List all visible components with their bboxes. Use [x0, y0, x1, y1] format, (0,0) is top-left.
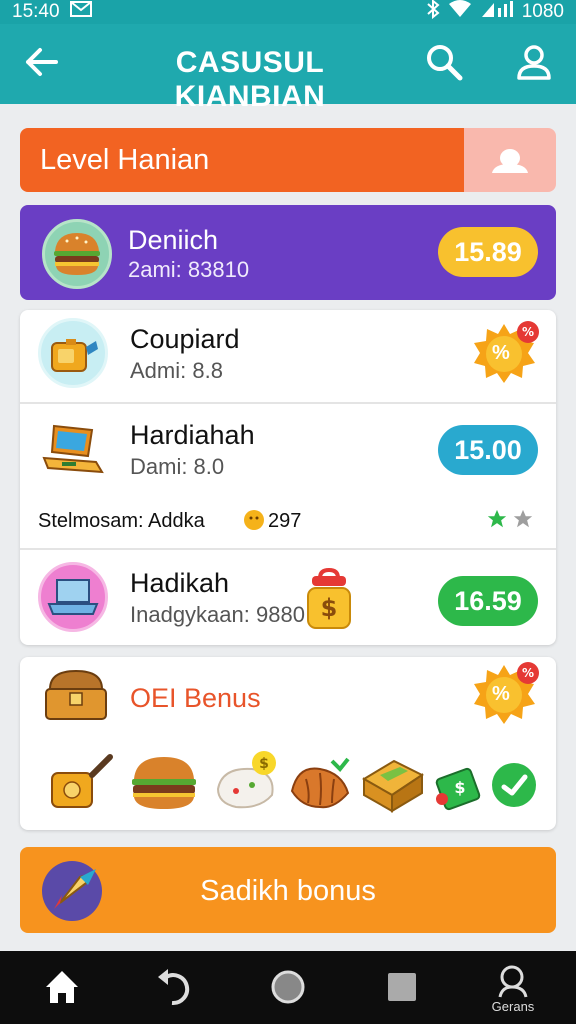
home-circle-icon[interactable] — [266, 965, 310, 1009]
buy-price-button[interactable]: 15.00 — [438, 425, 538, 475]
level-label: Level Hanian — [40, 144, 210, 176]
item-sub: Dami: 8.0 — [130, 454, 225, 479]
back-arrow-icon[interactable] — [22, 42, 62, 82]
status-bar: 15:40 1080 — [0, 0, 576, 24]
item-name: Hadikah — [130, 568, 230, 598]
star-empty-icon — [512, 508, 534, 535]
page-title: CASUSUL KIANBIAN — [174, 46, 326, 113]
recents-square-icon[interactable] — [380, 965, 424, 1009]
coin-icon — [242, 508, 266, 537]
bonus-title: OEI Benus — [130, 683, 261, 713]
bluetooth-icon — [426, 0, 440, 25]
item-list-card: Coupiard Admi: 8.8 % % Hardiahah Dami: 8… — [20, 310, 556, 645]
featured-name: Deniich — [128, 225, 219, 255]
svg-text:$: $ — [259, 756, 269, 772]
mail-icon — [69, 1, 92, 23]
svg-text:%: % — [522, 666, 534, 680]
home-icon[interactable] — [40, 965, 84, 1009]
search-icon[interactable] — [424, 42, 464, 82]
buy-price-button[interactable]: 16.59 — [438, 576, 538, 626]
wifi-icon — [448, 0, 472, 24]
item-name: Hardiahah — [130, 420, 255, 450]
svg-text:%: % — [522, 325, 534, 339]
mailbox-icon[interactable] — [48, 753, 114, 818]
discount-badge[interactable]: % % — [472, 661, 540, 729]
mailbox-icon — [38, 318, 108, 388]
item-name: Coupiard — [130, 324, 240, 354]
clock: 15:40 — [12, 1, 60, 22]
laptop-icon — [38, 414, 108, 484]
profile-icon[interactable] — [514, 42, 554, 82]
discount-badge[interactable]: % % — [472, 320, 540, 388]
search-nav-label: Gerans — [491, 999, 535, 1014]
app-bar: CASUSUL KIANBIAN — [0, 24, 576, 113]
battery-level: 1080 — [521, 1, 564, 22]
cash-box-icon[interactable] — [360, 753, 426, 818]
level-progress-bar[interactable]: Level Hanian — [20, 128, 556, 192]
item-sub: Admi: 8.8 — [130, 358, 223, 383]
svg-text:$: $ — [321, 594, 338, 622]
divider — [20, 402, 556, 404]
burger-icon[interactable] — [128, 755, 200, 816]
bonus-card: OEI Benus % % $ $ — [20, 657, 556, 830]
signal-icon — [480, 0, 514, 24]
level-avatar — [464, 128, 556, 192]
undo-icon[interactable] — [152, 965, 196, 1009]
checkmark-icon[interactable] — [490, 761, 538, 814]
item-sub: Inadgykaan: 9880 — [130, 602, 305, 627]
svg-text:$: $ — [454, 778, 465, 797]
treasure-chest-icon — [40, 667, 112, 730]
search-nav-icon[interactable] — [492, 959, 536, 1003]
featured-price-button[interactable]: 15.89 — [438, 227, 538, 277]
gift-bag-icon: $ — [302, 567, 356, 637]
rating-label: Stelmosam: Addka — [38, 510, 205, 532]
rating-row: Stelmosam: Addka 297 — [20, 496, 556, 546]
bottom-navigation: Gerans — [0, 951, 576, 1024]
burger-icon — [42, 219, 112, 289]
discount-badge-label: % — [492, 683, 510, 705]
featured-sub: 2ami: 83810 — [128, 257, 250, 282]
croissant-icon[interactable] — [288, 755, 352, 818]
food-wrap-icon[interactable]: $ — [212, 749, 284, 818]
rating-count: 297 — [268, 510, 302, 532]
laptop-icon — [38, 562, 108, 632]
gift-box-icon[interactable]: $ — [432, 757, 488, 818]
divider — [20, 548, 556, 550]
cta-label: Sadikh bonus — [200, 875, 376, 907]
star-filled-icon — [486, 508, 508, 535]
claim-bonus-button[interactable]: Sadikh bonus — [20, 847, 556, 933]
discount-badge-label: % — [492, 342, 510, 364]
featured-deal[interactable]: Deniich 2ami: 83810 15.89 — [20, 205, 556, 300]
